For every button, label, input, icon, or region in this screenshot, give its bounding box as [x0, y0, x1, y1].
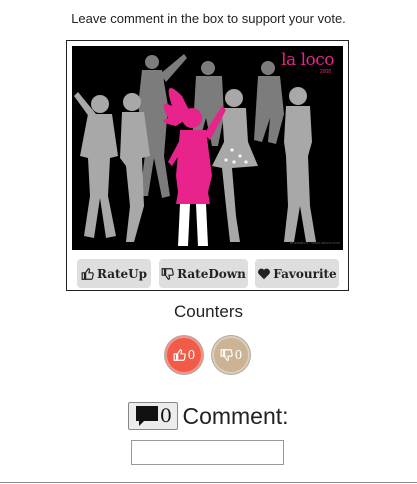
thumbs-down-icon: [220, 349, 233, 361]
artwork-watermark: illustration · www.laloco.com: [290, 240, 341, 245]
dancers-illustration: illustration · www.laloco.com: [72, 46, 343, 250]
speech-bubble-icon: [135, 406, 158, 426]
comment-input[interactable]: [131, 440, 284, 465]
comment-button[interactable]: 0: [128, 402, 179, 430]
up-counter-value: 0: [187, 348, 196, 362]
favourite-button[interactable]: Favourite: [255, 259, 339, 288]
bottom-divider: [0, 482, 417, 483]
rate-down-label: RateDown: [177, 266, 246, 281]
artwork-brand: la loco: [281, 50, 334, 70]
rate-up-label: RateUp: [96, 266, 148, 281]
image-card: illustration · www.laloco.com la loco 20…: [66, 40, 349, 291]
thumbs-down-icon: [161, 267, 174, 280]
thumbs-up-icon: [81, 267, 94, 280]
comment-label: Comment:: [182, 402, 289, 429]
favourite-label: Favourite: [273, 266, 337, 281]
down-counter-value: 0: [234, 348, 243, 362]
down-counter: 0: [212, 336, 250, 374]
vote-button-row: RateUp RateDown Favourite: [77, 259, 339, 289]
thumbs-up-icon: [173, 349, 186, 361]
comment-row: 0 Comment:: [0, 400, 417, 432]
rate-up-button[interactable]: RateUp: [77, 259, 151, 288]
artwork-brand-sub: 2008: [319, 69, 331, 75]
counters-heading: Counters: [174, 302, 243, 321]
comment-count: 0: [159, 405, 172, 427]
dancers-artwork: illustration · www.laloco.com la loco 20…: [72, 46, 343, 250]
up-counter: 0: [165, 336, 203, 374]
rate-down-button[interactable]: RateDown: [159, 259, 248, 288]
instruction-text: Leave comment in the box to support your…: [71, 11, 346, 26]
heart-icon: [258, 268, 271, 279]
